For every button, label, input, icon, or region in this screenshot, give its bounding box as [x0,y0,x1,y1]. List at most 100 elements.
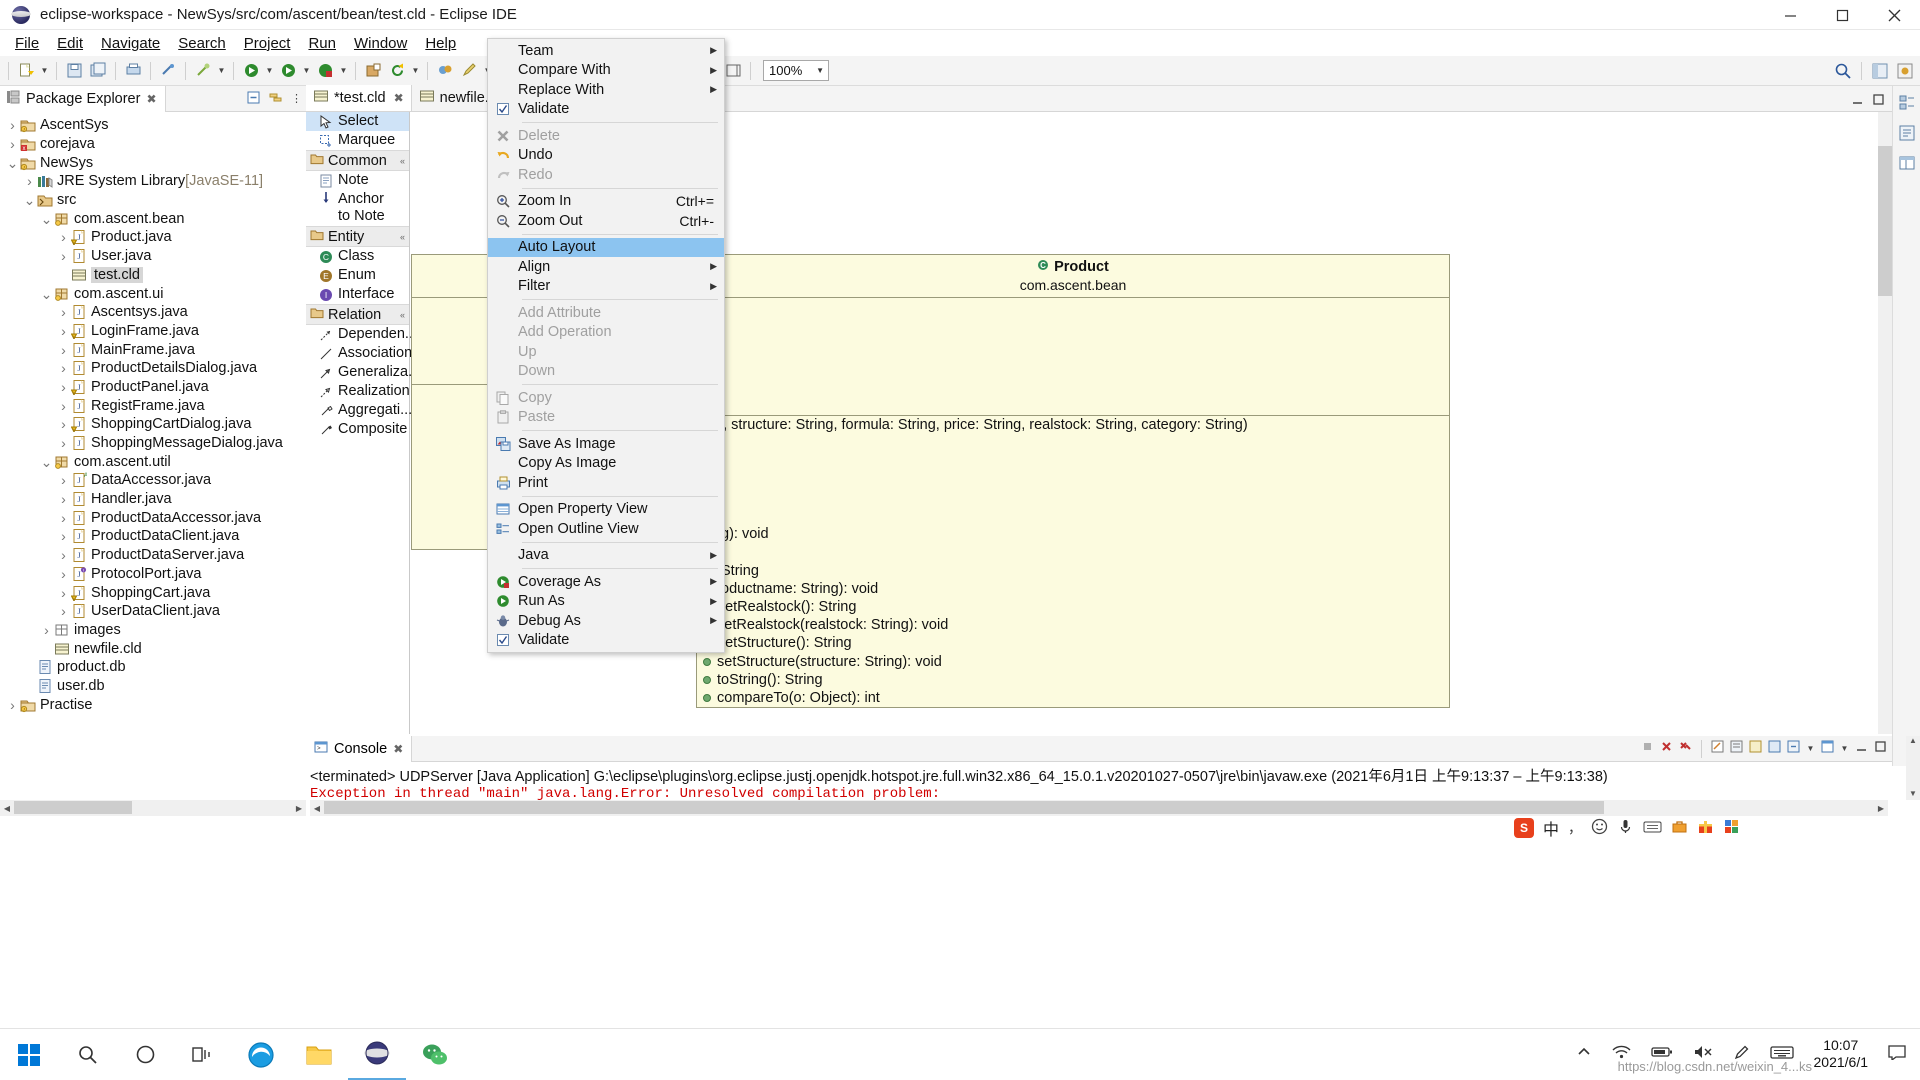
scroll-right-icon[interactable]: ▶ [292,804,306,813]
tree-item-protocolport-java[interactable]: › J I ProtocolPort.java [0,565,306,584]
chevron-right-icon[interactable]: › [57,398,70,414]
chevron-right-icon[interactable]: › [57,510,70,526]
scroll-lock-icon[interactable] [1729,739,1744,758]
tree-item-shoppingcartdialog-java[interactable]: › J! ShoppingCartDialog.java [0,415,306,434]
tree-item-registframe-java[interactable]: › J RegistFrame.java [0,396,306,415]
chevron-down-icon[interactable]: ⌄ [40,287,53,301]
context-menu-item-coverage-as[interactable]: Coverage As ▶ [488,572,724,592]
chevron-right-icon[interactable]: › [6,697,19,713]
tree-item-src[interactable]: ⌄ src [0,191,306,210]
tree-item-test-cld[interactable]: test.cld [0,266,306,285]
chevron-right-icon[interactable]: › [57,566,70,582]
scroll-left-icon[interactable]: ◀ [0,804,14,813]
context-menu-item-replace-with[interactable]: Replace With ▶ [488,80,724,100]
uml-member-row[interactable]: g, structure: String, formula: String, p… [697,416,1449,434]
chevron-right-icon[interactable]: › [6,117,19,133]
cortana-button[interactable] [116,1029,174,1080]
chevron-down-icon[interactable]: ⌄ [40,212,53,226]
align-right-icon[interactable] [722,60,744,82]
maximize-console-icon[interactable] [1873,739,1888,758]
task-list-sidebar-icon[interactable] [1896,122,1918,144]
keyboard-icon[interactable] [1643,819,1662,838]
context-menu-item-open-property-view[interactable]: Open Property View [488,500,724,520]
minimize-editor-icon[interactable] [1850,92,1865,111]
tree-item-productdetailsdialog-java[interactable]: › J ProductDetailsDialog.java [0,359,306,378]
scrollbar-thumb[interactable] [14,801,132,814]
wechat-button[interactable] [406,1029,464,1080]
uml-member-row[interactable]: toString(): String [697,671,1449,689]
package-explorer-tree[interactable]: › J AscentSys › x corejava ⌄ J NewSys › JRE System… [0,112,306,764]
tree-item-handler-java[interactable]: › J Handler.java [0,490,306,509]
link-with-editor-icon[interactable] [268,90,284,109]
uml-member-row[interactable]: oductname: String): void [697,580,1449,598]
context-menu-item-compare-with[interactable]: Compare With ▶ [488,61,724,81]
uml-member-row[interactable]: getRealstock(): String [697,598,1449,616]
chevron-right-icon[interactable]: › [57,342,70,358]
palette-item-dependen[interactable]: Dependen... [306,325,417,344]
outline-view-sidebar-icon[interactable] [1896,92,1918,114]
console-hscrollbar[interactable]: ◀ ▶ [310,800,1888,816]
properties-sidebar-icon[interactable] [1896,152,1918,174]
toolbox-icon[interactable] [1671,818,1688,839]
tree-item-newsys[interactable]: ⌄ J NewSys [0,153,306,172]
scroll-left-icon[interactable]: ◀ [310,804,324,813]
remove-all-icon[interactable] [1678,739,1693,758]
minimize-console-icon[interactable] [1854,739,1869,758]
palette-group-relation[interactable]: Relation « [306,304,409,325]
chevron-right-icon[interactable]: › [57,360,70,376]
open-console-icon[interactable] [1786,739,1801,758]
tree-item-practise[interactable]: › J Practise [0,695,306,714]
open-type-icon[interactable] [434,60,456,82]
menu-file[interactable]: File [6,32,48,55]
clear-console-icon[interactable] [1710,739,1725,758]
save-icon[interactable] [63,60,85,82]
uml-member-row[interactable]: setRealstock(realstock: String): void [697,616,1449,634]
comma-icon[interactable]: ， [1568,818,1582,838]
chevron-right-icon[interactable]: › [40,622,53,638]
tree-item-ascentsys[interactable]: › J AscentSys [0,116,306,135]
coverage-toolbar-icon[interactable] [314,60,336,82]
tree-item-shoppingcart-java[interactable]: › J! ShoppingCart.java [0,583,306,602]
remove-launch-icon[interactable] [1659,739,1674,758]
chevron-right-icon[interactable]: › [57,491,70,507]
palette-item-generaliza[interactable]: Generaliza... [306,363,420,382]
context-menu-item-filter[interactable]: Filter ▶ [488,277,724,297]
edge-button[interactable] [232,1029,290,1080]
context-menu-item-open-outline-view[interactable]: Open Outline View [488,519,724,539]
chevron-right-icon[interactable]: › [57,603,70,619]
menu-project[interactable]: Project [235,32,300,55]
tree-item-productpanel-java[interactable]: › J! ProductPanel.java [0,378,306,397]
uml-member-row[interactable]: getStructure(): String [697,634,1449,652]
menu-navigate[interactable]: Navigate [92,32,169,55]
taskbar-clock[interactable]: 10:07 2021/6/1 [1814,1037,1869,1072]
pin-console-icon[interactable] [1748,739,1763,758]
terminate-icon[interactable] [1640,739,1655,758]
context-menu-item-team[interactable]: Team ▶ [488,41,724,61]
task-view-button[interactable] [174,1029,232,1080]
tree-item-product-db[interactable]: product.db [0,658,306,677]
chevron-right-icon[interactable]: › [57,304,70,320]
tab-package-explorer[interactable]: Package Explorer ✖ [0,85,166,112]
new-java-project-icon[interactable] [362,60,384,82]
console-dropdown-icon[interactable]: ▼ [1805,738,1816,760]
menu-edit[interactable]: Edit [48,32,92,55]
action-center-icon[interactable] [1888,1044,1906,1064]
chevron-right-icon[interactable]: › [57,528,70,544]
close-button[interactable] [1868,0,1920,30]
palette-group-common[interactable]: Common « [306,150,409,171]
external-tools-dropdown-icon[interactable]: ▼ [216,60,227,82]
chevron-collapse-icon[interactable]: « [400,232,405,242]
coverage-dropdown-icon[interactable]: ▼ [338,60,349,82]
context-menu-item-validate[interactable]: Validate [488,631,724,651]
tree-item-com-ascent-ui[interactable]: ⌄ com.ascent.ui [0,284,306,303]
chevron-right-icon[interactable]: › [23,173,36,189]
chevron-right-icon[interactable]: › [57,248,70,264]
start-button[interactable] [0,1029,58,1080]
palette-item-realization[interactable]: Realization [306,382,410,401]
tree-item-newfile-cld[interactable]: newfile.cld [0,639,306,658]
tab-console[interactable]: > Console ✖ [306,735,413,762]
ime-mode-label[interactable]: 中 [1543,816,1559,840]
tree-item-user-db[interactable]: user.db [0,677,306,696]
run-dropdown-icon[interactable]: ▼ [301,60,312,82]
uml-member-row[interactable] [697,507,1449,525]
